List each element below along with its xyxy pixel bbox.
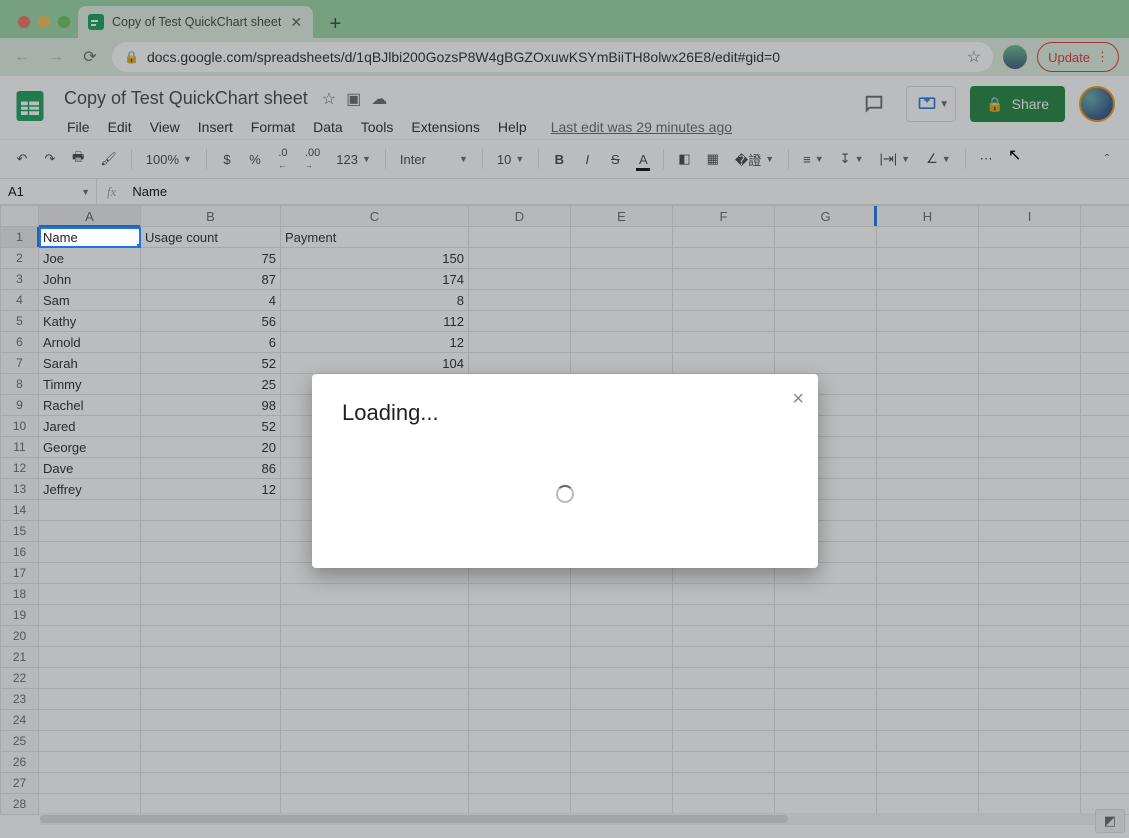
loading-modal: Loading... × (312, 374, 818, 568)
cell[interactable]: Name (39, 227, 141, 248)
modal-title: Loading... (342, 400, 788, 426)
spinner-icon (556, 485, 574, 503)
modal-close-button[interactable]: × (792, 388, 804, 411)
